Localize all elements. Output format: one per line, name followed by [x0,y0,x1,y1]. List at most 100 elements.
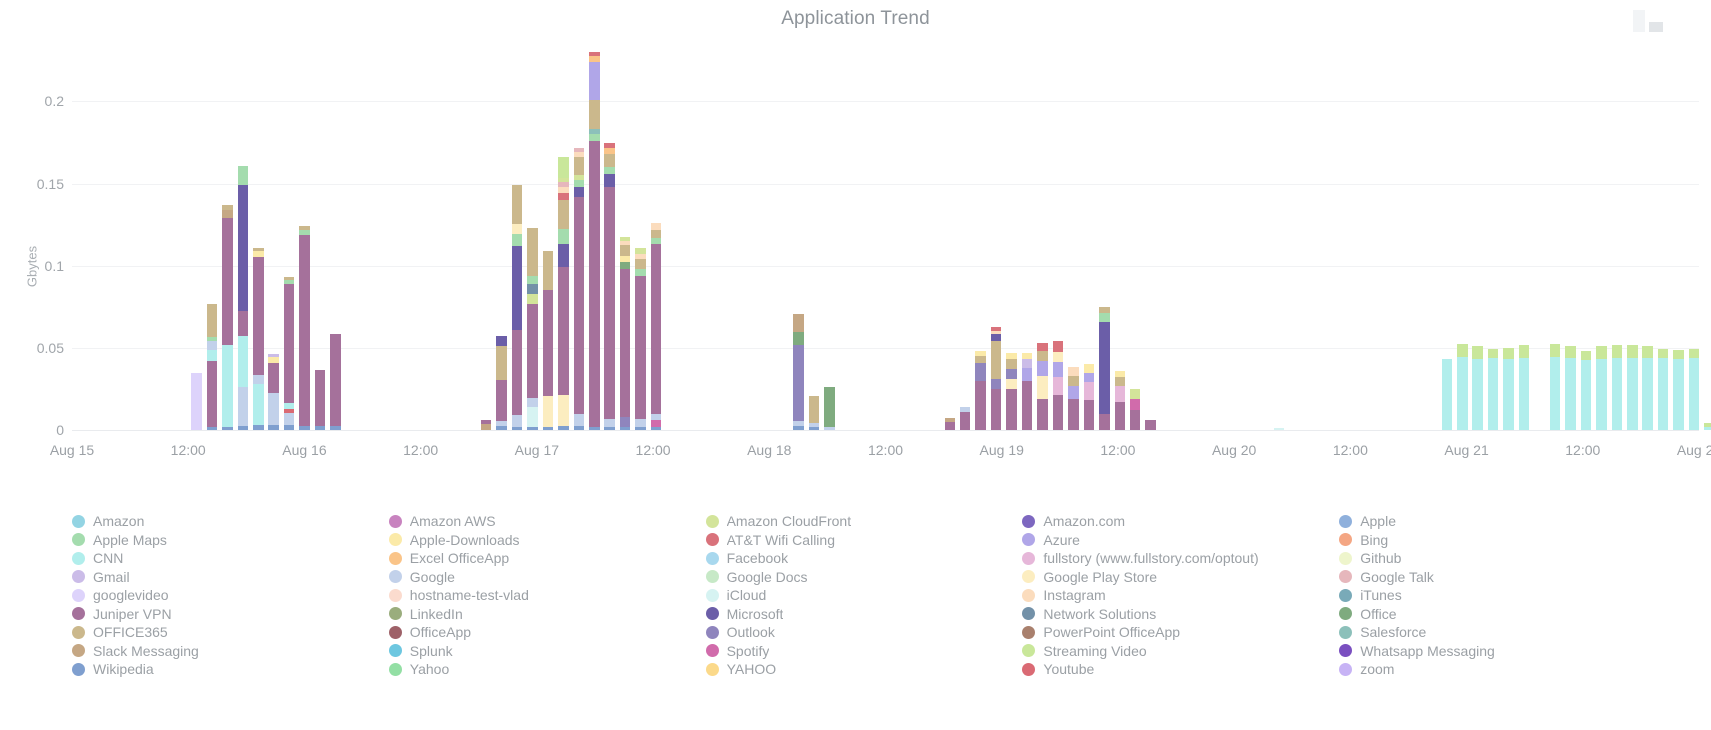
bar-segment[interactable] [1068,366,1079,376]
legend-item[interactable]: iTunes [1339,586,1652,605]
bar-segment[interactable] [542,251,554,291]
chart-bar[interactable] [604,142,615,430]
bar-segment[interactable] [314,369,326,427]
legend-item[interactable]: PowerPoint OfficeApp [1022,623,1335,642]
bar-segment[interactable] [222,427,233,430]
legend-item[interactable]: Slack Messaging [72,642,385,661]
bar-segment[interactable] [496,380,507,421]
bar-segment[interactable] [299,425,310,430]
bar-segment[interactable] [496,336,507,346]
bar-segment[interactable] [635,259,646,270]
bar-segment[interactable] [542,427,554,430]
bar-segment[interactable] [824,387,835,427]
bar-segment[interactable] [1114,402,1126,430]
chart-bar[interactable] [1611,344,1623,430]
chart-bar[interactable] [1021,352,1033,430]
chart-bar[interactable] [1083,364,1095,430]
legend-item[interactable]: Google Docs [705,568,1019,587]
bar-segment[interactable] [542,290,554,397]
chart-bar[interactable] [1549,343,1561,430]
legend-item[interactable]: CNN [72,549,385,568]
legend-item[interactable]: Salesforce [1339,623,1652,642]
bar-segment[interactable] [635,418,646,428]
bar-segment[interactable] [511,185,523,224]
bar-segment[interactable] [1487,357,1499,430]
bar-segment[interactable] [527,294,538,304]
bar-segment[interactable] [589,133,600,141]
chart-bar[interactable] [511,185,523,430]
chart-bar[interactable] [1688,348,1700,430]
chart-bar[interactable] [1068,366,1079,430]
bar-segment[interactable] [573,426,585,430]
bar-segment[interactable] [1129,410,1141,430]
bar-segment[interactable] [604,418,615,427]
bar-segment[interactable] [975,362,986,381]
bar-segment[interactable] [635,427,646,430]
bar-segment[interactable] [1549,356,1561,430]
bar-segment[interactable] [222,344,233,428]
chart-bar[interactable] [1114,370,1126,430]
bar-segment[interactable] [1006,388,1017,430]
bar-segment[interactable] [1068,375,1079,386]
bar-segment[interactable] [1518,357,1530,430]
bar-segment[interactable] [299,234,310,426]
bar-segment[interactable] [1549,343,1561,357]
bar-segment[interactable] [1114,377,1126,386]
chart-bar[interactable] [1596,346,1607,430]
chart-bar[interactable] [1457,343,1468,430]
bar-segment[interactable] [206,341,218,351]
chart-bar[interactable] [793,314,804,430]
bar-segment[interactable] [206,427,218,430]
chart-bar[interactable] [959,407,971,430]
bar-segment[interactable] [1037,342,1048,352]
bar-segment[interactable] [1580,360,1592,430]
chart-bar[interactable] [1129,388,1141,430]
bar-segment[interactable] [237,426,249,430]
bar-segment[interactable] [558,199,569,230]
bar-segment[interactable] [558,244,569,268]
bar-segment[interactable] [1099,413,1110,430]
bar-segment[interactable] [558,157,569,179]
bar-segment[interactable] [283,412,295,426]
bar-segment[interactable] [1673,358,1684,430]
bar-segment[interactable] [1099,321,1110,414]
bar-segment[interactable] [1021,380,1033,430]
bar-segment[interactable] [1518,344,1530,358]
bar-segment[interactable] [1657,357,1669,430]
legend-item[interactable]: Apple-Downloads [388,531,702,550]
legend-item[interactable]: Amazon CloudFront [705,512,1019,531]
legend-item[interactable]: Office [1339,605,1652,624]
bar-segment[interactable] [206,304,218,337]
legend-item[interactable]: iCloud [705,586,1019,605]
legend-item[interactable]: YAHOO [705,660,1019,679]
legend-item[interactable]: Microsoft [705,605,1019,624]
legend-item[interactable]: Yahoo [388,660,702,679]
bar-segment[interactable] [619,244,631,257]
bar-segment[interactable] [793,345,804,422]
bar-segment[interactable] [558,267,569,396]
bar-chart-menu-icon[interactable] [1633,10,1669,32]
bar-segment[interactable] [808,396,820,423]
bar-segment[interactable] [635,275,646,419]
legend-item[interactable]: Whatsapp Messaging [1339,642,1652,661]
bar-segment[interactable] [573,196,585,414]
bar-segment[interactable] [573,157,585,176]
bar-segment[interactable] [1503,347,1514,359]
bar-segment[interactable] [1145,420,1156,430]
bar-segment[interactable] [314,426,326,430]
legend-item[interactable]: Youtube [1022,660,1335,679]
bar-segment[interactable] [527,275,538,285]
bar-segment[interactable] [222,217,233,345]
bar-segment[interactable] [1642,357,1653,430]
bar-segment[interactable] [496,425,507,430]
chart-bar[interactable] [206,304,218,430]
bar-segment[interactable] [511,233,523,247]
bar-segment[interactable] [944,421,956,430]
bar-segment[interactable] [990,333,1002,342]
chart-bar[interactable] [1099,306,1110,430]
bar-segment[interactable] [1068,385,1079,399]
bar-segment[interactable] [1006,369,1017,380]
legend-item[interactable]: Streaming Video [1022,642,1335,661]
legend-item[interactable]: Gmail [72,568,385,587]
chart-bar[interactable] [1273,428,1285,430]
